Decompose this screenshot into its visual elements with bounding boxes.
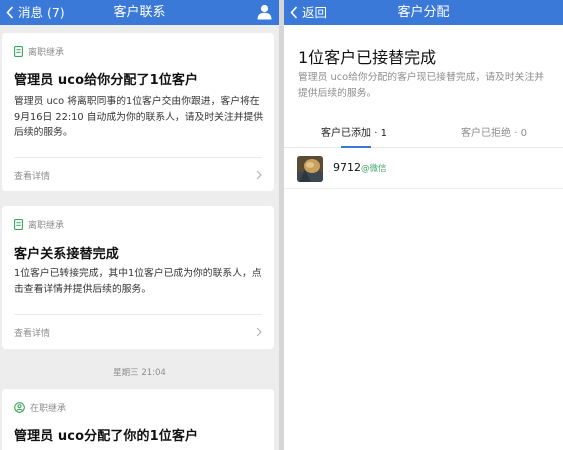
tab-rejected[interactable]: 客户已拒绝 · 0 [424, 124, 563, 139]
wechat-source-label: @微信 [361, 164, 387, 174]
customer-name-text: 9712 [333, 161, 361, 174]
card-tag-label: 在职继承 [30, 404, 67, 414]
message-card[interactable]: 离职继承 客户关系接替完成 1位客户已转接完成，其中1位客户已成为你的联系人，点… [2, 206, 274, 349]
card-tag: 离职继承 [14, 218, 64, 231]
person-icon[interactable] [257, 4, 272, 20]
card-body: 1位客户已转接完成，其中1位客户已成为你的联系人，点击查看详情并提供后续的服务。 [14, 268, 262, 295]
tab-added[interactable]: 客户已添加 · 1 [284, 124, 424, 139]
document-icon [14, 219, 23, 230]
view-details-label: 查看详情 [14, 329, 51, 339]
right-screen: 返回 客户分配 1位客户已接替完成 管理员 uco给你分配的客户现已接替完成，请… [284, 0, 563, 450]
card-tag: 在职继承 [14, 401, 66, 414]
view-details-link[interactable]: 查看详情 [2, 315, 274, 349]
customer-name: 9712@微信 [333, 161, 387, 174]
left-screen: 消息 (7) 客户联系 离职继承 管理员 uco给你分配了1位客户 管理员 uc… [0, 0, 279, 450]
card-title: 管理员 uco给你分配了1位客户 [14, 73, 199, 88]
card-title: 客户关系接替完成 [14, 247, 119, 262]
left-navbar: 消息 (7) 客户联系 [0, 0, 279, 25]
document-icon [14, 46, 23, 57]
view-details-label: 查看详情 [14, 172, 51, 182]
chevron-right-icon [256, 327, 262, 337]
customer-row[interactable]: 9712@微信 [284, 149, 563, 189]
card-body: 管理员 uco 将离职同事的1位客户交由你跟进，客户将在 9月16日 22:10… [14, 96, 264, 138]
view-details-link[interactable]: 查看详情 [2, 158, 274, 192]
assignment-description: 管理员 uco给你分配的客户现已接替完成，请及时关注并提供后续的服务。 [298, 72, 545, 99]
card-tag-label: 离职继承 [28, 48, 65, 58]
person-circle-icon [14, 402, 25, 413]
card-title: 管理员 uco分配了你的1位客户 [14, 429, 199, 444]
message-card[interactable]: 离职继承 管理员 uco给你分配了1位客户 管理员 uco 将离职同事的1位客户… [2, 33, 274, 191]
card-tag: 离职继承 [14, 45, 64, 58]
timestamp: 星期三 21:04 [113, 368, 166, 378]
card-tag-label: 离职继承 [28, 221, 65, 231]
page-title: 客户分配 [397, 5, 450, 20]
assignment-heading: 1位客户已接替完成 [298, 48, 437, 67]
right-navbar: 返回 客户分配 [284, 0, 563, 25]
message-card[interactable]: 在职继承 管理员 uco分配了你的1位客户 [2, 389, 274, 450]
page-title: 客户联系 [113, 5, 166, 20]
tab-bar: 客户已添加 · 1 客户已拒绝 · 0 [284, 118, 563, 148]
avatar [297, 156, 323, 182]
chevron-right-icon [256, 170, 262, 180]
active-tab-indicator [341, 146, 371, 148]
